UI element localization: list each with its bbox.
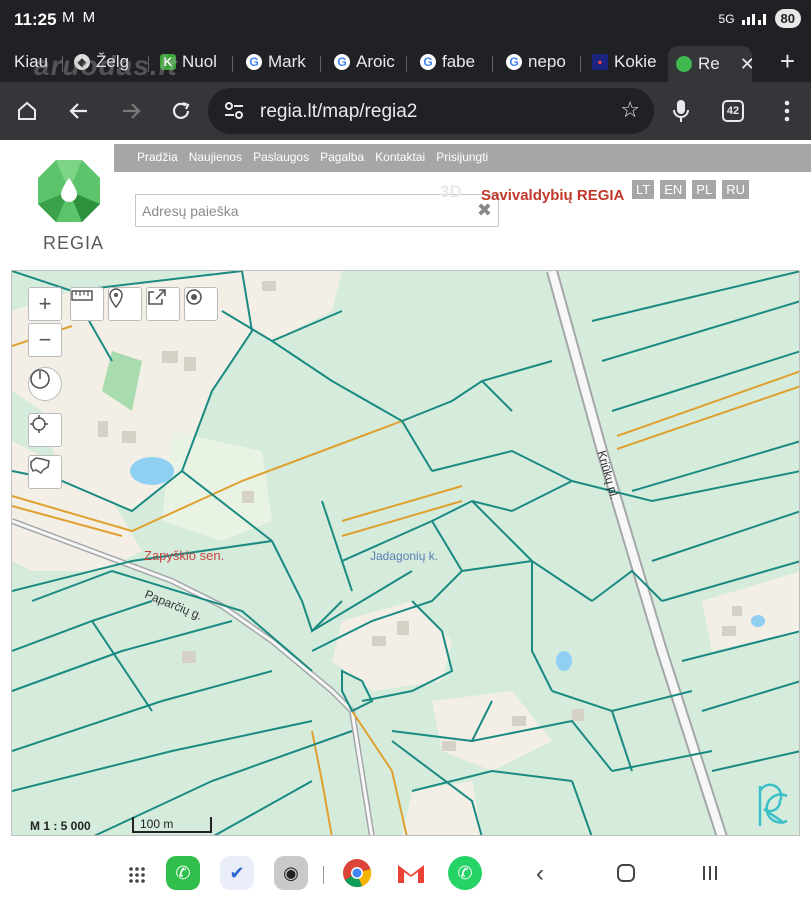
nav-link-news[interactable]: Naujienos: [189, 150, 242, 164]
tab-8[interactable]: ▪ Kokie: [592, 46, 658, 78]
zoom-in-button[interactable]: +: [28, 287, 62, 321]
status-bar: 11:25 M M 5G 80: [0, 0, 811, 42]
site-settings-icon[interactable]: [224, 102, 244, 120]
back-nav-icon[interactable]: ‹: [536, 860, 544, 888]
rc-logo-icon: [758, 783, 788, 826]
tab-switcher-button[interactable]: 42: [718, 96, 748, 126]
app-drawer-icon[interactable]: [128, 866, 146, 884]
tab-5[interactable]: G Aroic: [334, 46, 396, 78]
tab-label: Re: [698, 54, 720, 73]
bookmark-star-icon[interactable]: ☆: [620, 97, 640, 123]
tab-label: Aroic: [356, 52, 395, 71]
tab-7[interactable]: Gnepo: [506, 46, 568, 78]
scale-bar-label: 100 m: [140, 817, 174, 831]
target-button[interactable]: [184, 287, 218, 321]
watermark: aruodas.lt: [34, 50, 178, 81]
site-nav-links: Pradžia Naujienos Paslaugos Pagalba Kont…: [137, 150, 488, 164]
nav-link-home[interactable]: Pradžia: [137, 150, 178, 164]
url-text: regia.lt/map/regia2: [260, 101, 418, 122]
nav-link-help[interactable]: Pagalba: [320, 150, 364, 164]
address-bar[interactable]: regia.lt/map/regia2 ☆: [208, 88, 654, 134]
lang-pl[interactable]: PL: [692, 180, 717, 199]
village-label: Jadagonių k.: [370, 549, 439, 563]
tab-label: Kokie: [614, 52, 657, 71]
whatsapp-app-icon[interactable]: ✆: [448, 856, 482, 890]
status-time: 11:25: [14, 10, 57, 29]
browser-toolbar: regia.lt/map/regia2 ☆ 42: [0, 82, 811, 140]
tab-label: nepo: [528, 52, 566, 71]
target-icon: [186, 289, 202, 305]
forward-icon[interactable]: [116, 96, 146, 126]
menu-icon[interactable]: [772, 96, 802, 126]
dock-divider: [323, 866, 324, 884]
lang-lt[interactable]: LT: [632, 180, 655, 199]
cadastral-map[interactable]: Zapyškio sen. Jadagonių k. Paparčių g. K…: [11, 270, 800, 836]
nav-link-contacts[interactable]: Kontaktai: [375, 150, 425, 164]
close-icon[interactable]: ✕: [740, 54, 752, 75]
ruler-icon: [71, 290, 93, 301]
camera-app-icon[interactable]: ◉: [274, 856, 308, 890]
tasks-app-icon[interactable]: ✔: [220, 856, 254, 890]
google-icon: G: [506, 54, 522, 70]
regia-logo-icon: [38, 160, 100, 222]
status-right: 5G 80: [719, 9, 801, 28]
pin-icon: [109, 288, 123, 308]
battery-badge: 80: [774, 9, 801, 28]
phone-app-icon[interactable]: ✆: [166, 856, 200, 890]
notification-icons: M M: [62, 9, 98, 26]
site-nav-bar: Pradžia Naujienos Paslaugos Pagalba Kont…: [22, 144, 811, 172]
network-icon: 5G: [718, 11, 735, 26]
crosshair-icon: [30, 415, 48, 433]
measure-tool-button[interactable]: [70, 287, 104, 321]
address-search-input[interactable]: [136, 195, 466, 226]
system-navigation: ✆ ✔ ◉ ✆ ‹: [0, 850, 811, 900]
tab-count: 42: [722, 100, 744, 122]
web-page: Pradžia Naujienos Paslaugos Pagalba Kont…: [0, 140, 811, 850]
country-extent-button[interactable]: [28, 455, 62, 489]
gmail-app-icon[interactable]: [394, 856, 428, 890]
eldership-label: Zapyškio sen.: [144, 548, 225, 563]
regia-favicon-icon: [676, 56, 692, 72]
regia-logo[interactable]: REGIA: [22, 144, 114, 254]
home-icon[interactable]: [12, 96, 42, 126]
lang-en[interactable]: EN: [660, 180, 687, 199]
nav-link-services[interactable]: Paslaugos: [253, 150, 309, 164]
location-pin-button[interactable]: [108, 287, 142, 321]
tab-active[interactable]: Re ✕: [668, 46, 752, 82]
signal-icon: [741, 13, 766, 25]
share-icon: [148, 289, 166, 305]
scale-ratio: M 1 : 5 000: [30, 819, 91, 833]
microphone-icon[interactable]: [666, 96, 696, 126]
google-icon: G: [420, 54, 436, 70]
site-title: Savivaldybių REGIA: [481, 187, 625, 204]
tab-label: Mark: [268, 52, 306, 71]
home-nav-icon[interactable]: [616, 862, 636, 890]
zoom-out-button[interactable]: −: [28, 323, 62, 357]
scale-bar: 100 m: [132, 817, 212, 833]
nav-link-login[interactable]: Prisijungti: [436, 150, 488, 164]
new-tab-icon[interactable]: +: [780, 46, 795, 77]
locate-me-button[interactable]: [28, 413, 62, 447]
flag-icon: ▪: [592, 54, 608, 70]
google-icon: G: [334, 54, 350, 70]
tab-4[interactable]: G Mark: [246, 46, 308, 78]
google-icon: G: [246, 54, 262, 70]
chrome-app-icon[interactable]: [340, 856, 374, 890]
tab-label: Nuol: [182, 52, 217, 71]
tab-label: fabe: [442, 52, 476, 71]
back-icon[interactable]: [64, 96, 94, 126]
compass-button[interactable]: [28, 367, 62, 401]
language-switcher: LT EN PL RU: [632, 180, 749, 199]
tab-6[interactable]: Gfabe: [420, 46, 482, 78]
compass-icon: [30, 369, 50, 389]
lang-ru[interactable]: RU: [722, 180, 749, 199]
3d-toggle[interactable]: 3D: [440, 182, 462, 202]
logo-text: REGIA: [43, 233, 105, 253]
lithuania-outline-icon: [30, 457, 50, 474]
recents-nav-icon[interactable]: [700, 862, 720, 890]
share-button[interactable]: [146, 287, 180, 321]
reload-icon[interactable]: [166, 96, 196, 126]
